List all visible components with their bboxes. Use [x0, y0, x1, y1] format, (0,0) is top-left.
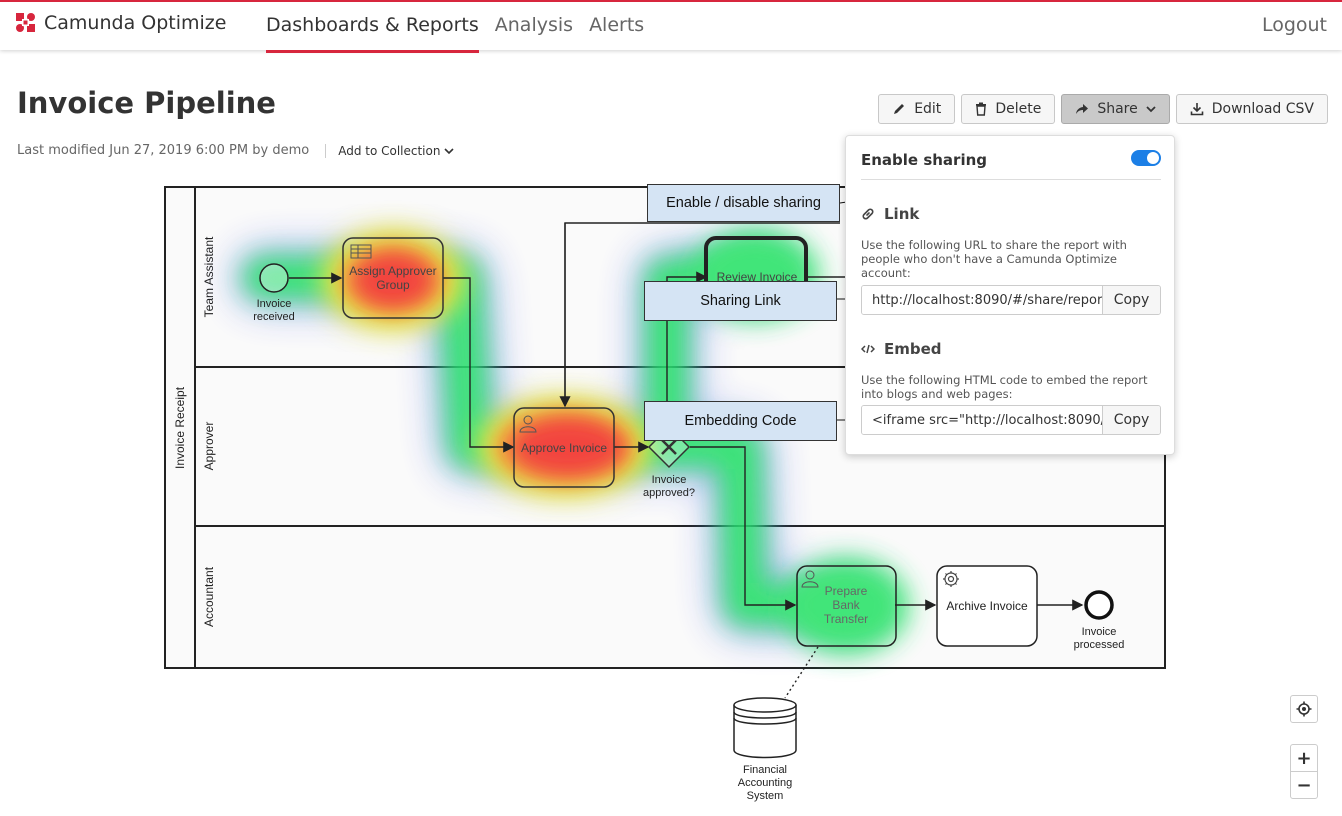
- copy-link-button[interactable]: Copy: [1102, 286, 1160, 314]
- link-section-heading: Link: [861, 205, 919, 223]
- datastore-label-line1: Financial: [743, 764, 787, 776]
- gateway-label-line2: approved?: [643, 487, 695, 499]
- task-assign-approver-label-line1: Assign Approver: [349, 264, 436, 278]
- popover-divider: [861, 179, 1161, 180]
- callout-embedding-code: Embedding Code: [644, 401, 837, 441]
- code-icon: [861, 344, 875, 354]
- crosshair-icon: [1296, 701, 1312, 717]
- callout-enable-sharing: Enable / disable sharing: [647, 184, 840, 222]
- reset-view-button[interactable]: [1290, 695, 1318, 723]
- share-link-field: http://localhost:8090/#/share/report/ Co…: [861, 285, 1161, 315]
- lane-label-accountant: Accountant: [202, 566, 216, 627]
- embed-code-field: <iframe src="http://localhost:8090/# Cop…: [861, 405, 1161, 435]
- datastore-icon[interactable]: [733, 697, 797, 759]
- share-popover: Enable sharing Link Use the following UR…: [845, 135, 1175, 455]
- share-link-input[interactable]: http://localhost:8090/#/share/report/: [862, 286, 1102, 314]
- link-icon: [862, 208, 874, 220]
- link-heading-text: Link: [884, 205, 920, 223]
- start-event-label-line2: received: [253, 311, 295, 323]
- zoom-out-button[interactable]: −: [1290, 771, 1318, 799]
- enable-sharing-toggle[interactable]: [1131, 150, 1161, 166]
- task-prepare-label-line1: Prepare: [825, 584, 868, 598]
- link-description: Use the following URL to share the repor…: [861, 238, 1127, 280]
- datastore-label-line3: System: [747, 790, 784, 802]
- callout-sharing-link: Sharing Link: [644, 281, 837, 321]
- task-prepare-label-line2: Bank: [832, 598, 860, 612]
- pool-label: Invoice Receipt: [173, 386, 187, 469]
- embed-section-heading: Embed: [861, 340, 942, 358]
- end-event-label-line2: processed: [1074, 639, 1125, 651]
- zoom-in-button[interactable]: +: [1290, 744, 1318, 772]
- task-assign-approver-label-line2: Group: [376, 278, 410, 292]
- lane-label-team-assistant: Team Assistant: [202, 236, 216, 317]
- embed-heading-text: Embed: [884, 340, 942, 358]
- datastore-label-line2: Accounting: [738, 777, 792, 789]
- toggle-knob: [1147, 152, 1159, 164]
- end-event-label-line1: Invoice: [1082, 626, 1117, 638]
- task-archive-invoice-label: Archive Invoice: [946, 599, 1028, 613]
- embed-code-input[interactable]: <iframe src="http://localhost:8090/#: [862, 406, 1102, 434]
- end-event[interactable]: [1084, 590, 1114, 620]
- embed-description: Use the following HTML code to embed the…: [861, 373, 1148, 401]
- gateway-label-line1: Invoice: [652, 474, 687, 486]
- start-event-label-line1: Invoice: [257, 298, 292, 310]
- task-prepare-label-line3: Transfer: [824, 612, 868, 626]
- lane-label-approver: Approver: [202, 422, 216, 471]
- task-approve-invoice-label: Approve Invoice: [521, 441, 607, 455]
- copy-embed-button[interactable]: Copy: [1102, 406, 1160, 434]
- enable-sharing-label: Enable sharing: [861, 151, 988, 169]
- start-event[interactable]: [259, 263, 289, 293]
